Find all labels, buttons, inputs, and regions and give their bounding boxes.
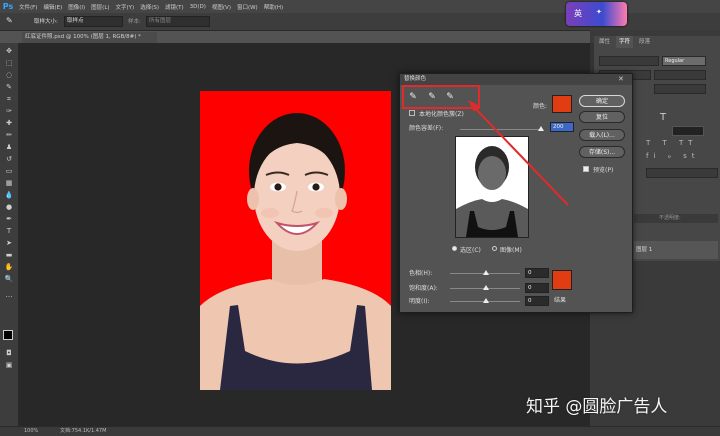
sample-size-label: 取样大小: <box>34 19 58 25</box>
tab-paragraph[interactable]: 段落 <box>636 36 653 48</box>
sample-select[interactable]: 所有图层 <box>146 16 210 27</box>
layer-row[interactable]: 图层 1 <box>634 241 718 259</box>
mask-preview-image <box>456 137 528 237</box>
preview-checkbox[interactable] <box>583 166 589 172</box>
color-label: 颜色: <box>533 103 548 110</box>
fuzziness-slider[interactable] <box>460 129 542 130</box>
zoom-tool-icon[interactable]: 🔍 <box>3 274 15 284</box>
ok-button[interactable]: 确定 <box>579 95 625 107</box>
localized-clusters-checkbox[interactable] <box>409 110 415 116</box>
tab-character[interactable]: 字符 <box>616 36 634 48</box>
menu-3d[interactable]: 3D(D) <box>187 4 209 10</box>
lasso-tool-icon[interactable]: ◌ <box>3 70 15 80</box>
sample-size-select[interactable]: 取样点 <box>64 16 123 27</box>
stamp-tool-icon[interactable]: ♟ <box>3 142 15 152</box>
marquee-tool-icon[interactable]: ⬚ <box>3 58 15 68</box>
brush-tool-icon[interactable]: ✏ <box>3 130 15 140</box>
lightness-thumb[interactable] <box>483 298 489 303</box>
annotation-highlight-box <box>402 85 480 109</box>
tab-properties[interactable]: 属性 <box>596 36 613 48</box>
toolbar: ✥ ⬚ ◌ ✎ ⌗ ✑ ✚ ✏ ♟ ↺ ▭ ▦ 💧 ● ✒ T ➤ ▬ ✋ 🔍 … <box>0 43 19 428</box>
pen-tool-icon[interactable]: ✒ <box>3 214 15 224</box>
replace-color-dialog: 替换颜色 ✕ ✎ ✎ ✎ 颜色: 确定 复位 载入(L)... 存储(S)...… <box>399 73 633 313</box>
history-brush-icon[interactable]: ↺ <box>3 154 15 164</box>
hue-label: 色相(H): <box>409 270 433 277</box>
saturation-label: 饱和度(A): <box>409 285 438 292</box>
font-family-select[interactable] <box>599 56 659 66</box>
opentype-toggles[interactable]: fi ℴ st <box>646 152 716 160</box>
healing-tool-icon[interactable]: ✚ <box>3 118 15 128</box>
move-tool-icon[interactable]: ✥ <box>3 46 15 56</box>
leading-field[interactable] <box>654 70 706 80</box>
localized-clusters-label: 本地化颜色簇(Z) <box>419 111 464 118</box>
eraser-tool-icon[interactable]: ▭ <box>3 166 15 176</box>
save-button[interactable]: 存储(S)... <box>579 146 625 158</box>
hand-tool-icon[interactable]: ✋ <box>3 262 15 272</box>
close-icon[interactable]: ✕ <box>618 75 624 83</box>
hue-thumb[interactable] <box>483 270 489 275</box>
quick-select-icon[interactable]: ✎ <box>3 82 15 92</box>
text-style-toggles[interactable]: T T TT <box>646 139 716 147</box>
preview-label: 预览(P) <box>593 167 614 174</box>
font-style-select[interactable]: Regular <box>662 56 706 66</box>
ime-language[interactable]: 英 <box>574 8 582 19</box>
fuzziness-thumb[interactable] <box>538 126 544 131</box>
result-color-swatch[interactable] <box>552 270 572 290</box>
result-label: 结果 <box>554 297 567 304</box>
language-select[interactable] <box>646 168 718 178</box>
eyedropper-icon[interactable]: ✑ <box>3 106 15 116</box>
hue-value[interactable]: 0 <box>525 268 549 278</box>
image-radio-label: 图像(M) <box>500 247 522 254</box>
crop-tool-icon[interactable]: ⌗ <box>3 94 15 104</box>
watermark: 知乎 @圆脸广告人 <box>526 397 668 417</box>
menu-view[interactable]: 视图(V) <box>209 3 234 11</box>
menu-image[interactable]: 图像(I) <box>65 3 88 11</box>
opacity-label: 不透明度: <box>634 214 718 223</box>
text-color-swatch[interactable] <box>672 126 704 136</box>
lightness-value[interactable]: 0 <box>525 296 549 306</box>
photoshop-logo: Ps <box>2 2 14 11</box>
fuzziness-label: 颜色容差(F): <box>409 125 444 132</box>
selection-preview <box>455 136 529 238</box>
saturation-thumb[interactable] <box>483 285 489 290</box>
eyedropper-tool-icon[interactable]: ✎ <box>6 16 13 25</box>
text-color-icon: T <box>660 112 667 123</box>
menu-layer[interactable]: 图层(L) <box>88 3 112 11</box>
saturation-value[interactable]: 0 <box>525 283 549 293</box>
foreground-color-swatch[interactable] <box>3 330 13 340</box>
selected-color-swatch[interactable] <box>552 95 572 113</box>
menu-type[interactable]: 文字(Y) <box>113 3 138 11</box>
menu-select[interactable]: 选择(S) <box>137 3 162 11</box>
image-radio[interactable] <box>492 246 497 251</box>
portrait-photo <box>200 91 391 390</box>
ime-toolbar[interactable]: 英 ✦ <box>566 2 627 26</box>
blur-tool-icon[interactable]: 💧 <box>3 190 15 200</box>
tracking-field[interactable] <box>654 84 706 94</box>
selection-radio-label: 选区(C) <box>460 247 481 254</box>
quick-mask-icon[interactable]: ◘ <box>3 348 15 358</box>
lightness-label: 明度(I): <box>409 298 430 305</box>
menu-file[interactable]: 文件(F) <box>16 3 40 11</box>
sample-label: 样本: <box>128 19 141 25</box>
fuzziness-value[interactable]: 200 <box>550 122 574 132</box>
more-tools-icon[interactable]: … <box>3 290 15 300</box>
portrait-illustration <box>200 113 391 390</box>
menu-edit[interactable]: 编辑(E) <box>40 3 65 11</box>
menu-filter[interactable]: 滤镜(T) <box>162 3 187 11</box>
menu-window[interactable]: 窗口(W) <box>234 3 261 11</box>
screen-mode-icon[interactable]: ▣ <box>3 360 15 370</box>
reset-button[interactable]: 复位 <box>579 111 625 123</box>
dodge-tool-icon[interactable]: ● <box>3 202 15 212</box>
load-button[interactable]: 载入(L)... <box>579 129 625 141</box>
menu-help[interactable]: 帮助(H) <box>261 3 286 11</box>
ime-skin-icon[interactable]: ✦ <box>596 8 602 16</box>
gradient-tool-icon[interactable]: ▦ <box>3 178 15 188</box>
selection-radio[interactable] <box>452 246 457 251</box>
shape-tool-icon[interactable]: ▬ <box>3 250 15 260</box>
path-select-icon[interactable]: ➤ <box>3 238 15 248</box>
type-tool-icon[interactable]: T <box>3 226 15 236</box>
dialog-title: 替换颜色 <box>400 74 632 85</box>
document-tab[interactable]: 红底证件照.psd @ 100% (图层 1, RGB/8#) * <box>22 32 157 43</box>
